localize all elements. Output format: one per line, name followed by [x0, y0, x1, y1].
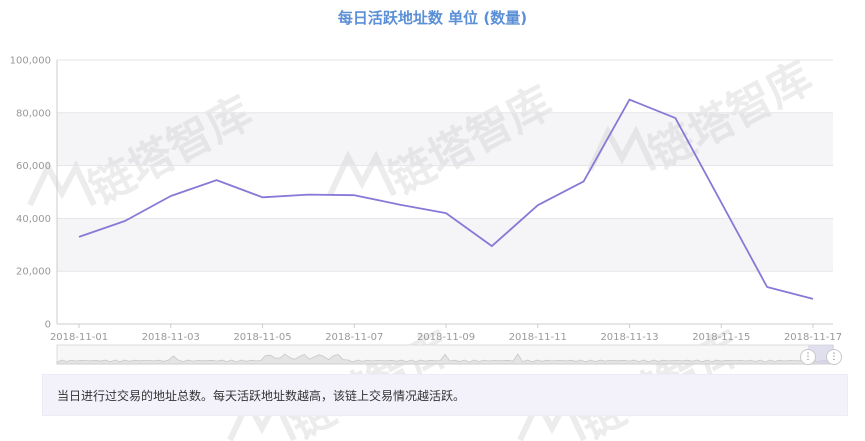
y-tick-label: 60,000 — [16, 161, 51, 172]
x-tick-label: 2018-11-09 — [417, 332, 475, 343]
x-tick-label: 2018-11-03 — [142, 332, 200, 343]
zoom-start-handle[interactable]: ⋮ — [800, 349, 816, 365]
x-tick-label: 2018-11-07 — [325, 332, 383, 343]
x-tick-label: 2018-11-13 — [600, 332, 658, 343]
y-tick-label: 20,000 — [16, 267, 51, 278]
x-tick-label: 2018-11-05 — [233, 332, 291, 343]
x-tick-label: 2018-11-11 — [509, 332, 567, 343]
y-tick-label: 80,000 — [16, 108, 51, 119]
x-tick-label: 2018-11-15 — [692, 332, 750, 343]
y-tick-label: 100,000 — [10, 56, 51, 67]
x-tick-label: 2018-11-01 — [50, 332, 108, 343]
chart-description: 当日进行过交易的地址总数。每天活跃地址数越高，该链上交易情况越活跃。 — [42, 374, 848, 416]
grip-icon: ⋮ — [829, 352, 839, 362]
data-zoom-slider — [56, 344, 834, 365]
y-tick-label: 0 — [45, 320, 51, 331]
x-tick-label: 2018-11-17 — [784, 332, 842, 343]
zoom-end-handle[interactable]: ⋮ — [826, 349, 842, 365]
grip-icon: ⋮ — [803, 352, 813, 362]
plot-band — [57, 218, 833, 272]
y-tick-label: 40,000 — [16, 214, 51, 225]
